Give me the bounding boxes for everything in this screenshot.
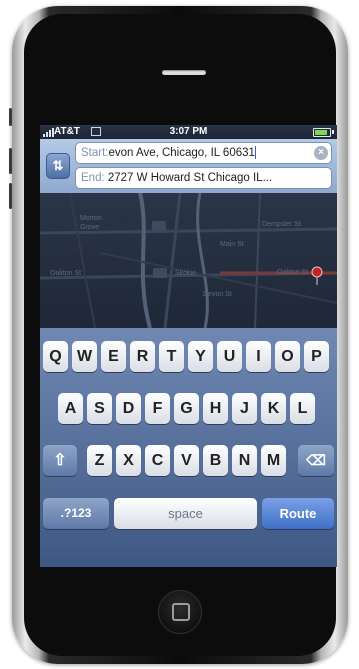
route-key[interactable]: Route — [262, 498, 334, 529]
key-w[interactable]: W — [72, 341, 97, 372]
battery-tip — [332, 130, 334, 134]
home-button[interactable] — [158, 590, 202, 634]
key-b[interactable]: B — [203, 445, 228, 476]
map-view[interactable]: Morton Grove Skokie Devon St Dempster St… — [40, 193, 337, 328]
map-label: Dempster St — [262, 221, 301, 228]
shift-icon[interactable]: ⇧ — [43, 445, 77, 476]
map-label: Skokie — [175, 270, 197, 277]
key-y[interactable]: Y — [188, 341, 213, 372]
key-z[interactable]: Z — [87, 445, 112, 476]
key-q[interactable]: Q — [43, 341, 68, 372]
text-cursor — [254, 146, 256, 160]
phone-screen: AT&T 3:07 PM ⇅ Start:evon Ave, Chicago, … — [40, 125, 337, 567]
battery-icon — [313, 128, 331, 137]
key-j[interactable]: J — [232, 393, 257, 424]
status-bar: AT&T 3:07 PM — [40, 125, 337, 139]
key-f[interactable]: F — [145, 393, 170, 424]
key-g[interactable]: G — [174, 393, 199, 424]
key-u[interactable]: U — [217, 341, 242, 372]
clear-icon[interactable]: × — [314, 146, 328, 160]
route-swap-icon[interactable]: ⇅ — [46, 153, 70, 179]
key-s[interactable]: S — [87, 393, 112, 424]
key-p[interactable]: P — [304, 341, 329, 372]
key-o[interactable]: O — [275, 341, 300, 372]
key-c[interactable]: C — [145, 445, 170, 476]
start-value: evon Ave, Chicago, IL 60631 — [108, 147, 255, 159]
map-label: Main St — [220, 241, 244, 248]
end-label: End: — [81, 172, 105, 184]
key-k[interactable]: K — [261, 393, 286, 424]
backspace-icon[interactable]: ⌫ — [298, 445, 334, 476]
directions-bar: ⇅ Start:evon Ave, Chicago, IL 60631 × En… — [40, 139, 337, 194]
volume-button — [9, 108, 12, 126]
key-r[interactable]: R — [130, 341, 155, 372]
earpiece-speaker — [162, 70, 206, 75]
space-key[interactable]: space — [114, 498, 257, 529]
key-n[interactable]: N — [232, 445, 257, 476]
key-t[interactable]: T — [159, 341, 184, 372]
start-label: Start: — [81, 147, 109, 159]
status-time: 3:07 PM — [169, 126, 208, 137]
keyboard: Q W E R T Y U I O P A S D F G H J K L ⇧ … — [40, 328, 337, 567]
key-e[interactable]: E — [101, 341, 126, 372]
key-m[interactable]: M — [261, 445, 286, 476]
home-square-icon — [172, 603, 190, 621]
end-value: 2727 W Howard St Chicago IL... — [107, 172, 273, 184]
key-v[interactable]: V — [174, 445, 199, 476]
key-h[interactable]: H — [203, 393, 228, 424]
key-x[interactable]: X — [116, 445, 141, 476]
numbers-key[interactable]: .?123 — [43, 498, 109, 529]
key-a[interactable]: A — [58, 393, 83, 424]
volume-button — [9, 183, 12, 209]
start-field[interactable]: Start:evon Ave, Chicago, IL 60631 × — [75, 142, 332, 164]
map-label: Oakton St — [277, 269, 309, 276]
key-i[interactable]: I — [246, 341, 271, 372]
key-l[interactable]: L — [290, 393, 315, 424]
end-field[interactable]: End: 2727 W Howard St Chicago IL... — [75, 167, 332, 189]
key-d[interactable]: D — [116, 393, 141, 424]
map-label: Morton — [80, 215, 102, 222]
map-label: Grove — [80, 224, 100, 231]
map-label: Devon St — [203, 291, 232, 298]
map-roads — [40, 193, 337, 328]
volume-button — [9, 148, 12, 174]
map-label: Oakton St — [50, 270, 82, 277]
